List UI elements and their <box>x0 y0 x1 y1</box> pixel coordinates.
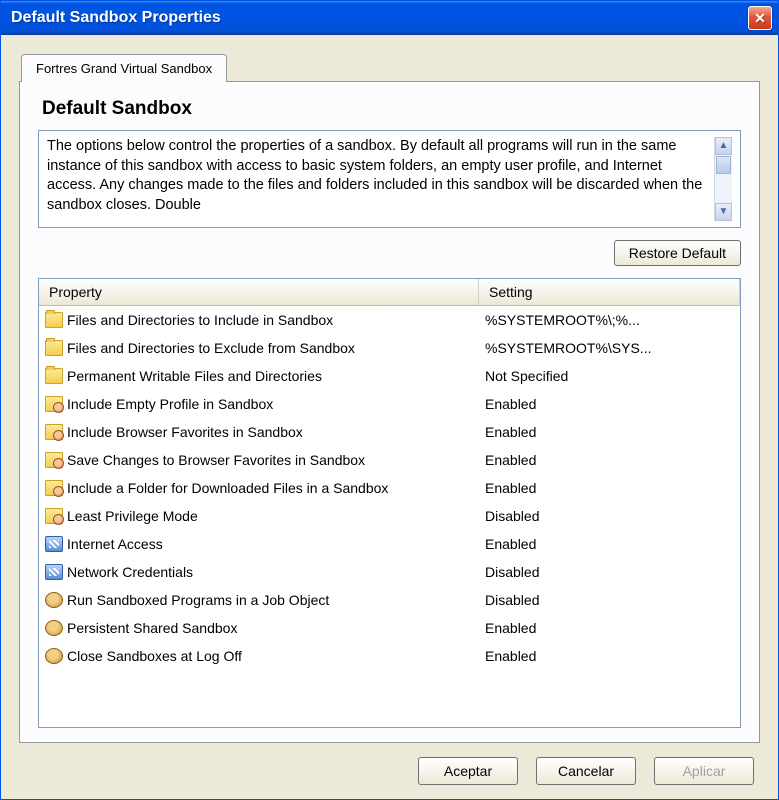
property-cell: Close Sandboxes at Log Off <box>39 648 479 664</box>
setting-cell: Disabled <box>479 564 740 580</box>
scroll-track[interactable] <box>715 155 732 203</box>
gear-icon <box>45 620 63 636</box>
list-item[interactable]: Include Browser Favorites in Sandbox Enab… <box>39 418 740 446</box>
description-scrollbar[interactable]: ▲ ▼ <box>714 137 732 221</box>
folder-icon <box>45 340 63 356</box>
ok-button[interactable]: Aceptar <box>418 757 518 785</box>
close-button[interactable]: ✕ <box>748 6 772 30</box>
list-item[interactable]: Persistent Shared Sandbox Enabled <box>39 614 740 642</box>
property-cell: Include Empty Profile in Sandbox <box>39 396 479 412</box>
setting-cell: Enabled <box>479 536 740 552</box>
window-title: Default Sandbox Properties <box>11 9 748 27</box>
description-text: The options below control the properties… <box>47 137 714 221</box>
list-item[interactable]: Least Privilege Mode Disabled <box>39 502 740 530</box>
titlebar[interactable]: Default Sandbox Properties ✕ <box>1 1 778 35</box>
folder-user-icon <box>45 480 63 496</box>
list-header: Property Setting <box>39 279 740 306</box>
tab-panel: Default Sandbox The options below contro… <box>19 81 760 743</box>
property-label: Save Changes to Browser Favorites in San… <box>67 452 365 468</box>
property-cell: Include a Folder for Downloaded Files in… <box>39 480 479 496</box>
gear-icon <box>45 648 63 664</box>
property-label: Include a Folder for Downloaded Files in… <box>67 480 388 496</box>
property-label: Include Browser Favorites in Sandbox <box>67 424 303 440</box>
cancel-button[interactable]: Cancelar <box>536 757 636 785</box>
folder-user-icon <box>45 396 63 412</box>
folder-user-icon <box>45 452 63 468</box>
property-cell: Include Browser Favorites in Sandbox <box>39 424 479 440</box>
setting-cell: Enabled <box>479 424 740 440</box>
property-cell: Least Privilege Mode <box>39 508 479 524</box>
dialog-window: Default Sandbox Properties ✕ Fortres Gra… <box>0 0 779 800</box>
list-item[interactable]: Files and Directories to Exclude from Sa… <box>39 334 740 362</box>
setting-cell: Enabled <box>479 648 740 664</box>
scroll-thumb[interactable] <box>716 156 731 174</box>
property-label: Permanent Writable Files and Directories <box>67 368 322 384</box>
list-body: Files and Directories to Include in Sand… <box>39 306 740 727</box>
property-label: Least Privilege Mode <box>67 508 198 524</box>
page-title: Default Sandbox <box>42 98 741 120</box>
property-cell: Permanent Writable Files and Directories <box>39 368 479 384</box>
setting-cell: Enabled <box>479 620 740 636</box>
property-cell: Network Credentials <box>39 564 479 580</box>
list-item[interactable]: Files and Directories to Include in Sand… <box>39 306 740 334</box>
property-cell: Save Changes to Browser Favorites in San… <box>39 452 479 468</box>
list-item[interactable]: Close Sandboxes at Log Off Enabled <box>39 642 740 670</box>
property-cell: Internet Access <box>39 536 479 552</box>
property-label: Network Credentials <box>67 564 193 580</box>
property-label: Close Sandboxes at Log Off <box>67 648 242 664</box>
tab-strip: Fortres Grand Virtual Sandbox <box>21 53 760 81</box>
list-item[interactable]: Include Empty Profile in Sandbox Enabled <box>39 390 740 418</box>
apply-button[interactable]: Aplicar <box>654 757 754 785</box>
folder-icon <box>45 312 63 328</box>
property-label: Include Empty Profile in Sandbox <box>67 396 273 412</box>
tab-virtual-sandbox[interactable]: Fortres Grand Virtual Sandbox <box>21 54 227 82</box>
setting-cell: Enabled <box>479 452 740 468</box>
dialog-button-row: Aceptar Cancelar Aplicar <box>19 743 760 785</box>
close-icon: ✕ <box>754 10 766 27</box>
property-cell: Persistent Shared Sandbox <box>39 620 479 636</box>
net-icon <box>45 536 63 552</box>
folder-user-icon <box>45 508 63 524</box>
gear-icon <box>45 592 63 608</box>
setting-cell: Enabled <box>479 396 740 412</box>
content-area: Fortres Grand Virtual Sandbox Default Sa… <box>1 35 778 799</box>
property-label: Internet Access <box>67 536 163 552</box>
list-item[interactable]: Include a Folder for Downloaded Files in… <box>39 474 740 502</box>
column-header-setting[interactable]: Setting <box>479 279 740 305</box>
property-cell: Run Sandboxed Programs in a Job Object <box>39 592 479 608</box>
description-box: The options below control the properties… <box>38 130 741 228</box>
scroll-down-icon[interactable]: ▼ <box>715 203 732 221</box>
list-item[interactable]: Save Changes to Browser Favorites in San… <box>39 446 740 474</box>
setting-cell: Disabled <box>479 592 740 608</box>
setting-cell: Disabled <box>479 508 740 524</box>
property-label: Files and Directories to Exclude from Sa… <box>67 340 355 356</box>
property-cell: Files and Directories to Exclude from Sa… <box>39 340 479 356</box>
list-item[interactable]: Permanent Writable Files and Directories… <box>39 362 740 390</box>
folder-user-icon <box>45 424 63 440</box>
setting-cell: Not Specified <box>479 368 740 384</box>
list-item[interactable]: Network Credentials Disabled <box>39 558 740 586</box>
restore-default-button[interactable]: Restore Default <box>614 240 741 266</box>
list-item[interactable]: Run Sandboxed Programs in a Job Object Di… <box>39 586 740 614</box>
folder-icon <box>45 368 63 384</box>
setting-cell: %SYSTEMROOT%\;%... <box>479 312 740 328</box>
setting-cell: %SYSTEMROOT%\SYS... <box>479 340 740 356</box>
property-label: Files and Directories to Include in Sand… <box>67 312 333 328</box>
property-label: Run Sandboxed Programs in a Job Object <box>67 592 329 608</box>
property-list: Property Setting Files and Directories t… <box>38 278 741 728</box>
net-icon <box>45 564 63 580</box>
scroll-up-icon[interactable]: ▲ <box>715 137 732 155</box>
list-item[interactable]: Internet Access Enabled <box>39 530 740 558</box>
restore-row: Restore Default <box>38 240 741 266</box>
property-label: Persistent Shared Sandbox <box>67 620 237 636</box>
column-header-property[interactable]: Property <box>39 279 479 305</box>
setting-cell: Enabled <box>479 480 740 496</box>
property-cell: Files and Directories to Include in Sand… <box>39 312 479 328</box>
